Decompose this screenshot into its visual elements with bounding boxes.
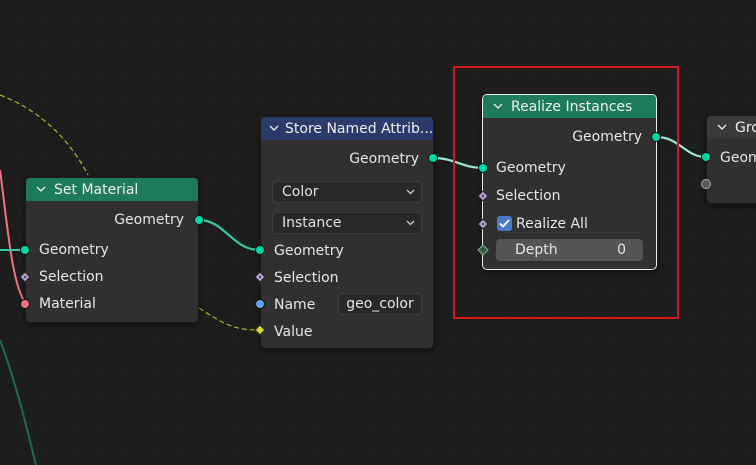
node-title: Store Named Attrib... [285,120,433,137]
socket-setmat-in-geometry[interactable] [20,245,30,255]
link-setmat-store [198,218,261,252]
name-field[interactable]: geo_color [338,293,422,315]
data-type-dropdown[interactable]: Color [272,181,422,203]
socket-realize-in-geometry[interactable] [478,163,488,173]
chevron-down-icon [406,220,415,226]
node-group-output[interactable]: Gro Geom [706,115,756,204]
socket-setmat-in-material[interactable] [20,299,30,309]
input-selection: Selection [39,269,104,285]
input-value: Value [274,324,313,340]
node-title: Gro [735,119,756,136]
chevron-down-icon [406,189,415,195]
depth-value: 0 [617,242,626,258]
input-geometry: Geometry [39,242,109,258]
output-geometry: Geometry [572,129,642,145]
link-material [0,169,27,305]
output-geometry: Geometry [114,212,184,228]
link-value-lower [198,307,260,331]
node-header[interactable]: Store Named Attrib... [261,117,433,140]
input-geometry: Geometry [496,160,566,176]
socket-store-in-name[interactable] [255,299,265,309]
node-title: Realize Instances [511,98,633,115]
node-store-named-attribute[interactable]: Store Named Attrib... Geometry Color Ins… [260,116,434,349]
socket-realize-out-geometry[interactable] [651,132,661,142]
node-header[interactable]: Gro [707,116,756,139]
chevron-down-icon[interactable] [491,103,505,110]
realize-all-label: Realize All [516,216,588,232]
chevron-down-icon[interactable] [715,124,729,131]
node-realize-instances[interactable]: Realize Instances Geometry Geometry Sele… [482,94,657,270]
link-store-realize [432,156,484,170]
chevron-down-icon[interactable] [269,125,279,132]
link-value-upper [0,94,89,176]
link-realize-group [655,135,707,159]
node-title: Set Material [54,181,139,198]
chevron-down-icon[interactable] [34,186,48,193]
socket-store-out-geometry[interactable] [428,153,438,163]
domain-dropdown[interactable]: Instance [272,212,422,234]
node-set-material[interactable]: Set Material Geometry Geometry Selection… [25,177,199,323]
input-geometry: Geometry [274,243,344,259]
input-selection: Selection [274,270,339,286]
node-header[interactable]: Set Material [26,178,198,201]
input-geometry: Geom [720,150,756,166]
socket-group-in-empty[interactable] [701,179,711,189]
output-geometry: Geometry [349,151,419,167]
input-material: Material [39,296,96,312]
depth-label: Depth [515,242,558,258]
checkmark-icon [499,219,510,228]
socket-setmat-out-geometry[interactable] [194,215,204,225]
realize-all-checkbox[interactable] [497,216,512,231]
depth-field[interactable]: Depth 0 [496,239,643,261]
socket-store-in-geometry[interactable] [255,245,265,255]
link-green-lower [0,339,37,465]
input-selection: Selection [496,188,561,204]
socket-group-in-geometry[interactable] [701,152,711,162]
node-header[interactable]: Realize Instances [483,95,656,118]
